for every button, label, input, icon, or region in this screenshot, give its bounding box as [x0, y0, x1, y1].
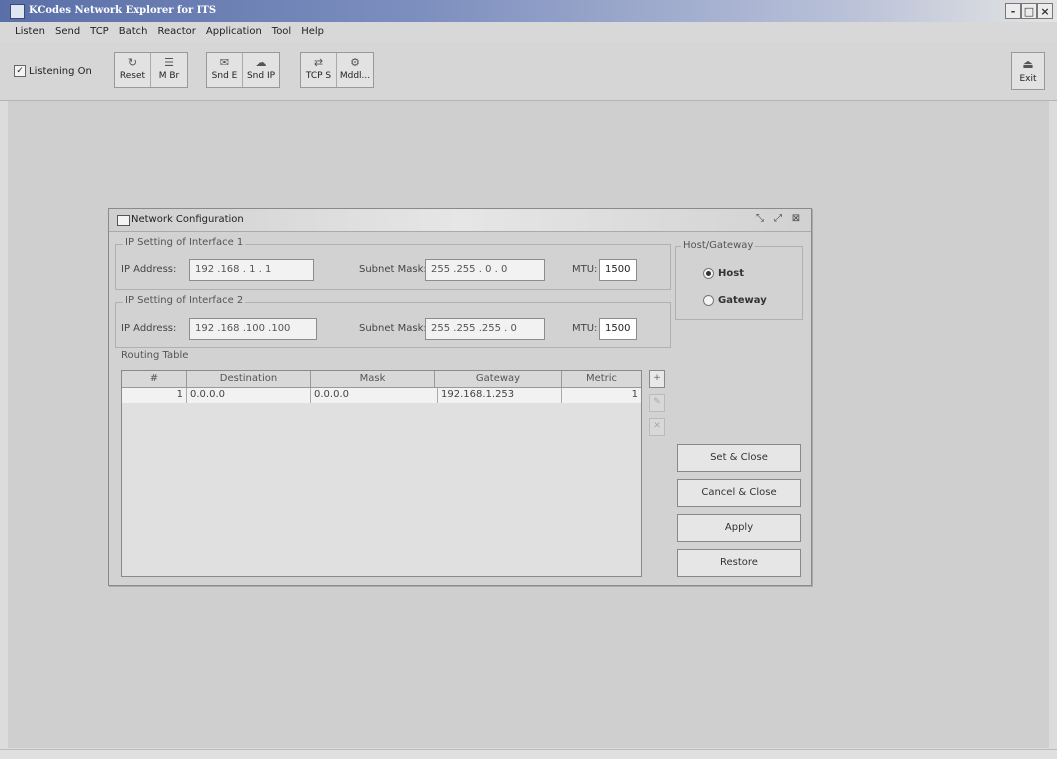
interface2-legend: IP Setting of Interface 2 [123, 295, 246, 306]
restore-button[interactable]: Restore [677, 549, 801, 577]
host-gateway-group [675, 246, 803, 320]
middleware-icon: ⚙ [350, 56, 360, 69]
menu-tcp[interactable]: TCP [85, 22, 114, 42]
gateway-radio-option[interactable]: Gateway [703, 295, 767, 306]
routing-table-legend: Routing Table [119, 350, 191, 361]
send-ethernet-icon: ✉ [219, 56, 230, 69]
gateway-label: Gateway [718, 295, 767, 306]
routing-table-header: # Destination Mask Gateway Metric [122, 371, 641, 388]
set-close-button[interactable]: Set & Close [677, 444, 801, 472]
gateway-radio[interactable] [703, 295, 714, 306]
interface2-ip-label: IP Address: [121, 323, 177, 334]
message-browser-label: M Br [158, 71, 180, 81]
dialog-maximize-icon[interactable]: ⤢ [771, 212, 785, 226]
tcp-server-button[interactable]: ⇄ TCP S [301, 53, 337, 87]
minimize-button[interactable]: - [1005, 3, 1021, 19]
host-radio-option[interactable]: Host [703, 268, 744, 279]
host-label: Host [718, 268, 744, 279]
interface1-ip-label: IP Address: [121, 264, 177, 275]
interface2-ip-field[interactable]: 192 .168 .100 .100 [189, 318, 317, 340]
cell-mask: 0.0.0.0 [311, 388, 438, 403]
interface1-mtu-field[interactable]: 1500 [599, 259, 637, 281]
host-gateway-legend: Host/Gateway [681, 240, 756, 251]
menu-application[interactable]: Application [201, 22, 267, 42]
menu-listen[interactable]: Listen [10, 22, 50, 42]
send-ethernet-label: Snd E [211, 71, 238, 81]
window-title-bar: KCodes Network Explorer for ITS - □ × [0, 0, 1057, 22]
reset-label: Reset [119, 71, 146, 81]
interface1-ip-field[interactable]: 192 .168 . 1 . 1 [189, 259, 314, 281]
window-controls: - □ × [1005, 3, 1053, 19]
toolbar: ✓ Listening On ↻ Reset ☰ M Br ✉ Snd E ☁ … [0, 42, 1057, 101]
delete-route-icon[interactable]: ✕ [649, 418, 665, 436]
menu-reactor[interactable]: Reactor [152, 22, 200, 42]
send-ip-button[interactable]: ☁ Snd IP [243, 53, 279, 87]
interface1-mask-label: Subnet Mask: [359, 264, 427, 275]
dialog-title-bar[interactable]: Network Configuration ⤡ ⤢ ⊠ [109, 209, 811, 232]
edit-route-icon[interactable]: ✎ [649, 394, 665, 412]
middleware-label: Mddl... [339, 71, 371, 81]
send-ip-icon: ☁ [255, 56, 267, 69]
add-route-icon[interactable]: + [649, 370, 665, 388]
tcp-server-label: TCP S [305, 71, 332, 81]
send-ip-label: Snd IP [246, 71, 276, 81]
listening-toggle[interactable]: ✓ Listening On [14, 65, 92, 77]
interface2-mtu-label: MTU: [572, 323, 598, 334]
message-browser-button[interactable]: ☰ M Br [151, 53, 187, 87]
column-destination[interactable]: Destination [187, 371, 311, 387]
interface1-mtu-label: MTU: [572, 264, 598, 275]
cancel-close-button[interactable]: Cancel & Close [677, 479, 801, 507]
menu-batch[interactable]: Batch [114, 22, 153, 42]
maximize-button[interactable]: □ [1021, 3, 1037, 19]
reset-button[interactable]: ↻ Reset [115, 53, 151, 87]
menu-send[interactable]: Send [50, 22, 85, 42]
column-mask[interactable]: Mask [311, 371, 435, 387]
exit-icon: ⏏ [1022, 57, 1034, 71]
dialog-iconify-icon[interactable]: ⤡ [753, 212, 767, 226]
dialog-close-icon[interactable]: ⊠ [789, 212, 803, 226]
column-number[interactable]: # [122, 371, 187, 387]
menu-bar: Listen Send TCP Batch Reactor Applicatio… [0, 22, 1057, 42]
cell-metric: 1 [631, 389, 638, 400]
apply-button[interactable]: Apply [677, 514, 801, 542]
send-ethernet-button[interactable]: ✉ Snd E [207, 53, 243, 87]
column-metric[interactable]: Metric [562, 371, 641, 387]
window-title: KCodes Network Explorer for ITS [29, 5, 217, 16]
dialog-controls: ⤡ ⤢ ⊠ [753, 212, 803, 226]
listening-label: Listening On [29, 65, 92, 77]
routing-table-actions: + ✎ ✕ [649, 370, 665, 442]
message-icon: ☰ [164, 56, 174, 69]
interface1-mask-field[interactable]: 255 .255 . 0 . 0 [425, 259, 545, 281]
interface2-mask-label: Subnet Mask: [359, 323, 427, 334]
close-button[interactable]: × [1037, 3, 1053, 19]
menu-help[interactable]: Help [296, 22, 329, 42]
dialog-title: Network Configuration [131, 214, 244, 225]
cell-number: 1 [122, 388, 187, 403]
network-configuration-dialog: Network Configuration ⤡ ⤢ ⊠ IP Setting o… [108, 208, 812, 586]
listening-checkbox[interactable]: ✓ [14, 65, 26, 77]
column-gateway[interactable]: Gateway [435, 371, 562, 387]
toolbar-group-reset: ↻ Reset ☰ M Br [114, 52, 188, 88]
table-row[interactable]: 1 0.0.0.0 0.0.0.0 192.168.1.253 1 [122, 388, 641, 403]
cell-destination: 0.0.0.0 [187, 388, 311, 403]
toolbar-group-send: ✉ Snd E ☁ Snd IP [206, 52, 280, 88]
interface2-mask-field[interactable]: 255 .255 .255 . 0 [425, 318, 545, 340]
app-icon [10, 4, 25, 19]
toolbar-group-tcp: ⇄ TCP S ⚙ Mddl... [300, 52, 374, 88]
reset-icon: ↻ [127, 56, 138, 69]
routing-table: # Destination Mask Gateway Metric 1 0.0.… [121, 370, 642, 577]
middleware-button[interactable]: ⚙ Mddl... [337, 53, 373, 87]
menu-tool[interactable]: Tool [267, 22, 296, 42]
cell-gateway: 192.168.1.253 [438, 388, 562, 403]
dialog-icon [117, 215, 130, 226]
exit-button[interactable]: ⏏ Exit [1011, 52, 1045, 90]
host-radio[interactable] [703, 268, 714, 279]
interface2-mtu-field[interactable]: 1500 [599, 318, 637, 340]
interface1-legend: IP Setting of Interface 1 [123, 237, 246, 248]
tcp-icon: ⇄ [313, 56, 324, 69]
exit-label: Exit [1019, 74, 1037, 84]
